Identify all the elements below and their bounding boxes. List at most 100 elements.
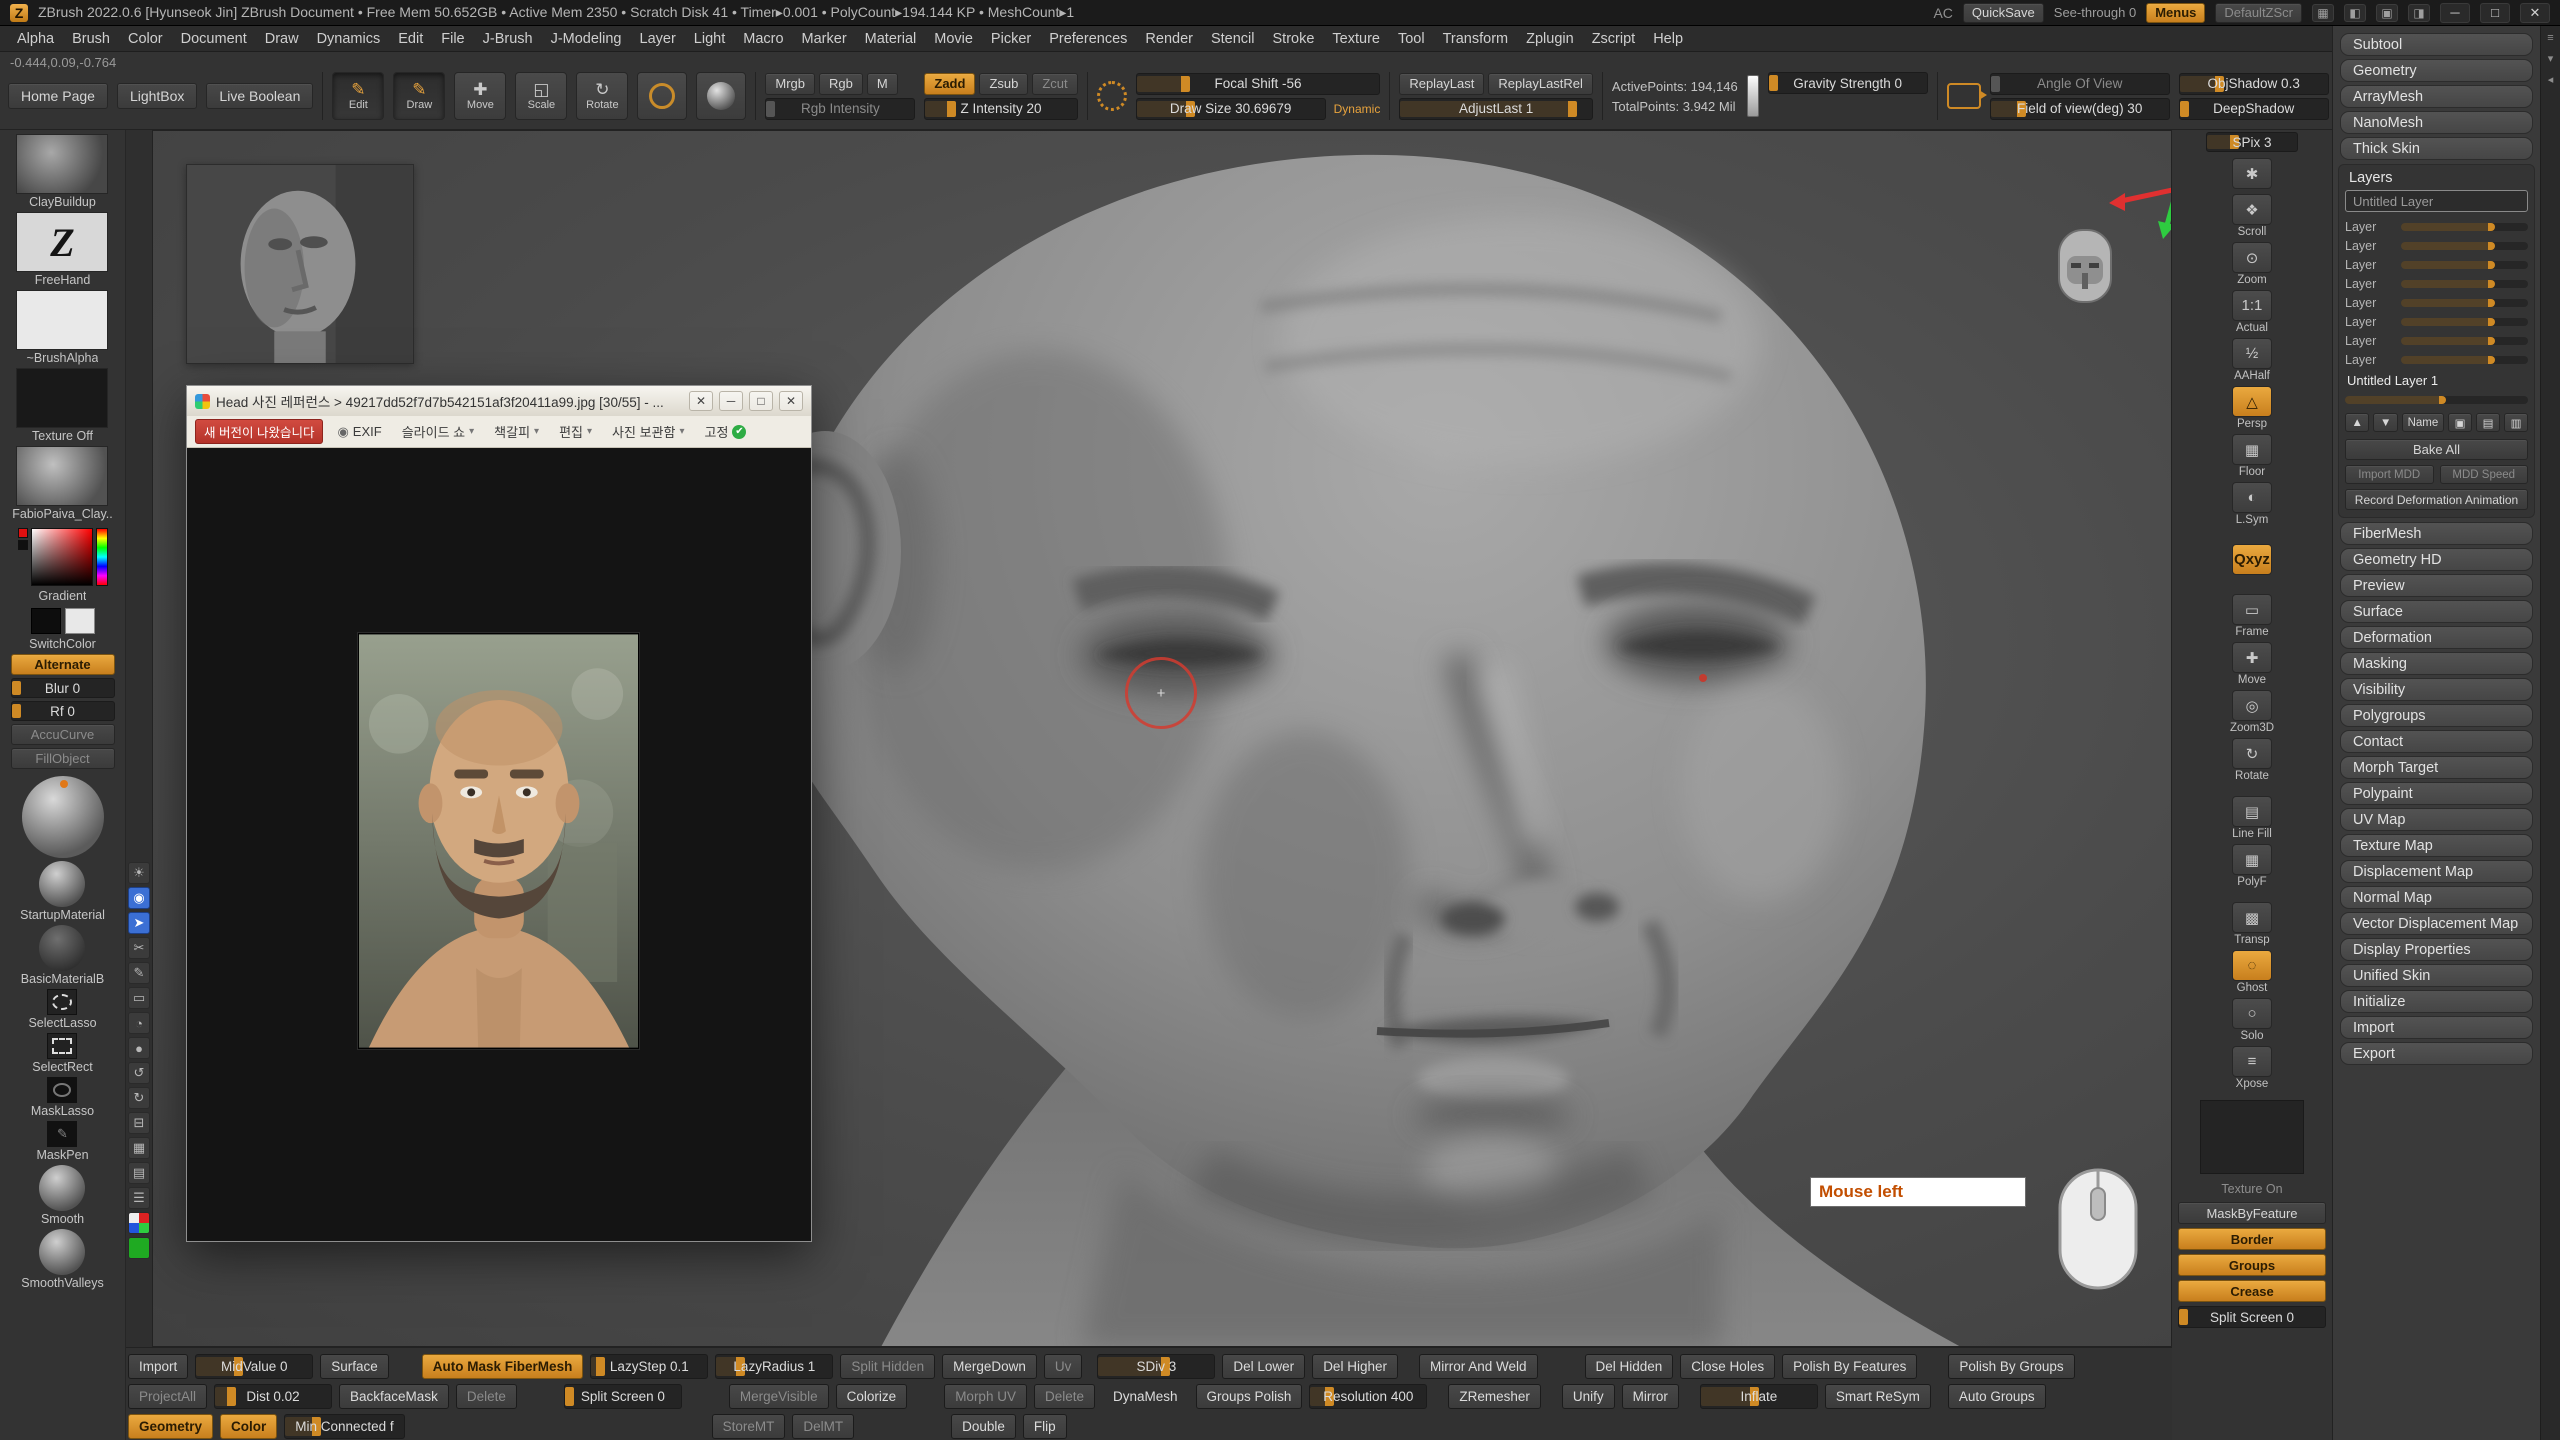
undo-icon[interactable]: ↺ <box>128 1062 150 1084</box>
frame-button[interactable]: ▭ Frame <box>2232 580 2272 638</box>
scissors-icon[interactable]: ✂ <box>128 937 150 959</box>
layer-down-button[interactable]: ▼ <box>2373 413 2397 432</box>
layer-row[interactable]: Layer <box>2345 255 2528 274</box>
main-color-swatch[interactable] <box>31 608 61 634</box>
palette-section[interactable]: Initialize <box>2340 990 2533 1013</box>
bottom-control[interactable]: Split Screen 0 <box>564 1384 682 1409</box>
menu-item[interactable]: Tool <box>1389 26 1434 52</box>
aahalf-button[interactable]: ½ AAHalf <box>2232 338 2272 382</box>
split-screen-slider[interactable]: Split Screen 0 <box>2178 1306 2326 1328</box>
current-material-preview[interactable] <box>22 776 104 858</box>
menu-item[interactable]: Dynamics <box>308 26 390 52</box>
field-of-view-slider[interactable]: Field of view(deg) 30 <box>1990 98 2170 120</box>
dynamic-mode-toggle[interactable]: Dynamic <box>1334 102 1381 116</box>
trash-icon[interactable]: ⊟ <box>128 1112 150 1134</box>
menu-item[interactable]: File <box>432 26 473 52</box>
menu-item[interactable]: Stencil <box>1202 26 1264 52</box>
tray-collapse-icon[interactable]: ▾ <box>2548 52 2554 65</box>
palette-section[interactable]: Deformation <box>2340 626 2533 649</box>
home-page-button[interactable]: Home Page <box>8 83 108 109</box>
replay-last-button[interactable]: ReplayLast <box>1399 73 1484 95</box>
palette-section[interactable]: Visibility <box>2340 678 2533 701</box>
bottom-control[interactable]: BackfaceMask <box>339 1384 449 1409</box>
grid-icon[interactable]: ▦ <box>128 1137 150 1159</box>
actual-button[interactable]: 1:1 Actual <box>2232 290 2272 334</box>
brush-thumbnail[interactable]: Texture Off <box>16 368 108 443</box>
rf-slider[interactable]: Rf 0 <box>11 701 115 721</box>
bottom-control[interactable]: Delete <box>1034 1384 1095 1409</box>
bottom-control[interactable]: Resolution 400 <box>1309 1384 1427 1409</box>
bottom-control[interactable]: MergeDown <box>942 1354 1037 1379</box>
bookmark-menu[interactable]: 책갈피▾ <box>488 420 545 443</box>
palette-section[interactable]: Displacement Map <box>2340 860 2533 883</box>
bottom-control[interactable]: Delete <box>456 1384 517 1409</box>
current-layer-label[interactable]: Untitled Layer 1 <box>2347 373 2528 388</box>
selection-tool[interactable]: MaskLasso <box>31 1077 94 1118</box>
draw-mode-button[interactable]: ✎ Draw <box>393 72 445 120</box>
rotate-button[interactable]: ↻ Rotate <box>2232 738 2272 782</box>
menu-item[interactable]: Preferences <box>1040 26 1136 52</box>
bottom-control[interactable]: Dist 0.02 <box>214 1384 332 1409</box>
bottom-control[interactable]: DynaMesh <box>1102 1384 1189 1409</box>
palette-section[interactable]: Contact <box>2340 730 2533 753</box>
palette-section[interactable]: Polygroups <box>2340 704 2533 727</box>
menu-item[interactable]: Transform <box>1434 26 1518 52</box>
palette-section[interactable]: Morph Target <box>2340 756 2533 779</box>
layer-row[interactable]: Layer <box>2345 236 2528 255</box>
camera-view-icon[interactable] <box>1947 83 1981 109</box>
green-swatch-icon[interactable] <box>128 1237 150 1259</box>
bottom-control[interactable]: Colorize <box>836 1384 908 1409</box>
visibility-eye-icon[interactable]: ◉ <box>128 887 150 909</box>
menu-item[interactable]: Marker <box>793 26 856 52</box>
lightbox-button[interactable]: LightBox <box>117 83 197 109</box>
ruler-icon[interactable]: ▭ <box>128 987 150 1009</box>
brush-thumbnail[interactable]: FabioPaiva_Clay.. <box>12 446 113 521</box>
bottom-control[interactable]: Split Hidden <box>840 1354 935 1379</box>
accucurve-button[interactable]: AccuCurve <box>11 724 115 745</box>
menu-item[interactable]: Brush <box>63 26 119 52</box>
menu-item[interactable]: Picker <box>982 26 1040 52</box>
bottom-control[interactable]: Unify <box>1562 1384 1615 1409</box>
zoom3d-button[interactable]: ◎ Zoom3D <box>2230 690 2274 734</box>
groups-button[interactable]: Groups <box>2178 1254 2326 1276</box>
palette-section[interactable]: ArrayMesh <box>2340 85 2533 108</box>
rgb-intensity-slider[interactable]: Rgb Intensity <box>765 98 915 120</box>
bottom-control[interactable]: Surface <box>320 1354 389 1379</box>
hue-bar[interactable] <box>96 528 108 586</box>
edit-menu[interactable]: 편집▾ <box>553 420 598 443</box>
m-button[interactable]: M <box>867 73 898 95</box>
layer-up-button[interactable]: ▲ <box>2345 413 2369 432</box>
switchcolor-label[interactable]: SwitchColor <box>29 637 96 651</box>
refwindow-maximize-button[interactable]: □ <box>749 391 773 411</box>
bottom-control[interactable]: Double <box>951 1414 1016 1439</box>
record-deformation-button[interactable]: Record Deformation Animation <box>2345 489 2528 510</box>
scroll-button[interactable]: ❖ Scroll <box>2232 194 2272 238</box>
zadd-button[interactable]: Zadd <box>924 73 975 95</box>
refwindow-close-button[interactable]: ✕ <box>779 391 803 411</box>
palette-section[interactable]: Geometry HD <box>2340 548 2533 571</box>
selection-tool[interactable]: SelectLasso <box>28 989 96 1030</box>
layers-header[interactable]: Layers <box>2349 170 2528 186</box>
default-zscript-button[interactable]: DefaultZScr <box>2215 3 2302 23</box>
bottom-control[interactable]: Uv <box>1044 1354 1083 1379</box>
palette-section[interactable]: Subtool <box>2340 33 2533 56</box>
layer-row[interactable]: Layer <box>2345 331 2528 350</box>
live-boolean-button[interactable]: Live Boolean <box>206 83 313 109</box>
selection-tool[interactable]: ✎ MaskPen <box>36 1121 88 1162</box>
slideshow-menu[interactable]: 슬라이드 쇼▾ <box>396 420 480 443</box>
refwindow-minimize-button[interactable]: ─ <box>719 391 743 411</box>
smooth-brush-thumbnail[interactable]: Smooth <box>39 1165 85 1226</box>
exif-button[interactable]: ◉ EXIF <box>331 422 387 442</box>
mrgb-button[interactable]: Mrgb <box>765 73 815 95</box>
obj-shadow-slider[interactable]: ObjShadow 0.3 <box>2179 73 2329 95</box>
palette-section[interactable]: Thick Skin <box>2340 137 2533 160</box>
minimize-button[interactable]: ─ <box>2440 3 2470 23</box>
fillobject-button[interactable]: FillObject <box>11 748 115 769</box>
blur-slider[interactable]: Blur 0 <box>11 678 115 698</box>
replay-last-rel-button[interactable]: ReplayLastRel <box>1488 73 1593 95</box>
light-icon[interactable]: ☀ <box>128 862 150 884</box>
pin-toggle[interactable]: 고정✔ <box>698 420 752 443</box>
titlebar-panel-icon[interactable]: ▣ <box>2376 4 2398 22</box>
smooth-brush-thumbnail[interactable]: SmoothValleys <box>21 1229 103 1290</box>
layer-row[interactable]: Layer <box>2345 217 2528 236</box>
